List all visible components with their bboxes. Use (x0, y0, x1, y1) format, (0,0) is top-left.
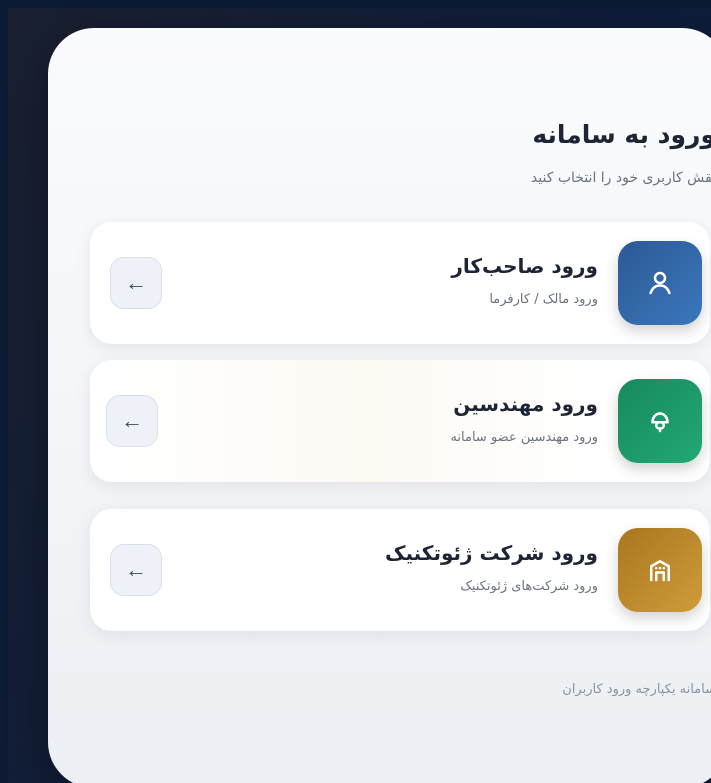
page-title: ورود به سامانه (532, 120, 711, 149)
role-card-employer[interactable]: ورود صاحب‌کار ورود مالک / کارفرما ← (90, 222, 710, 344)
card-description: ورود شرکت‌های ژئوتکنیک (460, 579, 598, 594)
footer-text: سامانه یکپارچه ورود کاربران (562, 682, 711, 697)
arrow-left-icon: ← (121, 408, 143, 433)
enter-geotech-button[interactable]: ← (110, 544, 162, 596)
arrow-left-icon: ← (125, 270, 147, 295)
card-title: ورود شرکت ژئوتکنیک (385, 541, 598, 565)
role-card-engineers[interactable]: ورود مهندسین ورود مهندسین عضو سامانه ← (90, 360, 710, 482)
card-description: ورود مهندسین عضو سامانه (450, 430, 598, 445)
enter-employer-button[interactable]: ← (110, 257, 162, 309)
building-icon (618, 528, 702, 612)
arrow-left-icon: ← (125, 557, 147, 582)
login-panel: ورود به سامانه نقش کاربری خود را انتخاب … (48, 28, 711, 783)
user-icon (618, 241, 702, 325)
engineer-icon (618, 379, 702, 463)
card-description: ورود مالک / کارفرما (489, 292, 598, 307)
card-title: ورود مهندسین (453, 392, 598, 416)
role-card-geotech[interactable]: ورود شرکت ژئوتکنیک ورود شرکت‌های ژئوتکنی… (90, 509, 710, 631)
card-title: ورود صاحب‌کار (451, 254, 598, 278)
page-subtitle: نقش کاربری خود را انتخاب کنید (530, 170, 711, 186)
enter-engineers-button[interactable]: ← (106, 395, 158, 447)
